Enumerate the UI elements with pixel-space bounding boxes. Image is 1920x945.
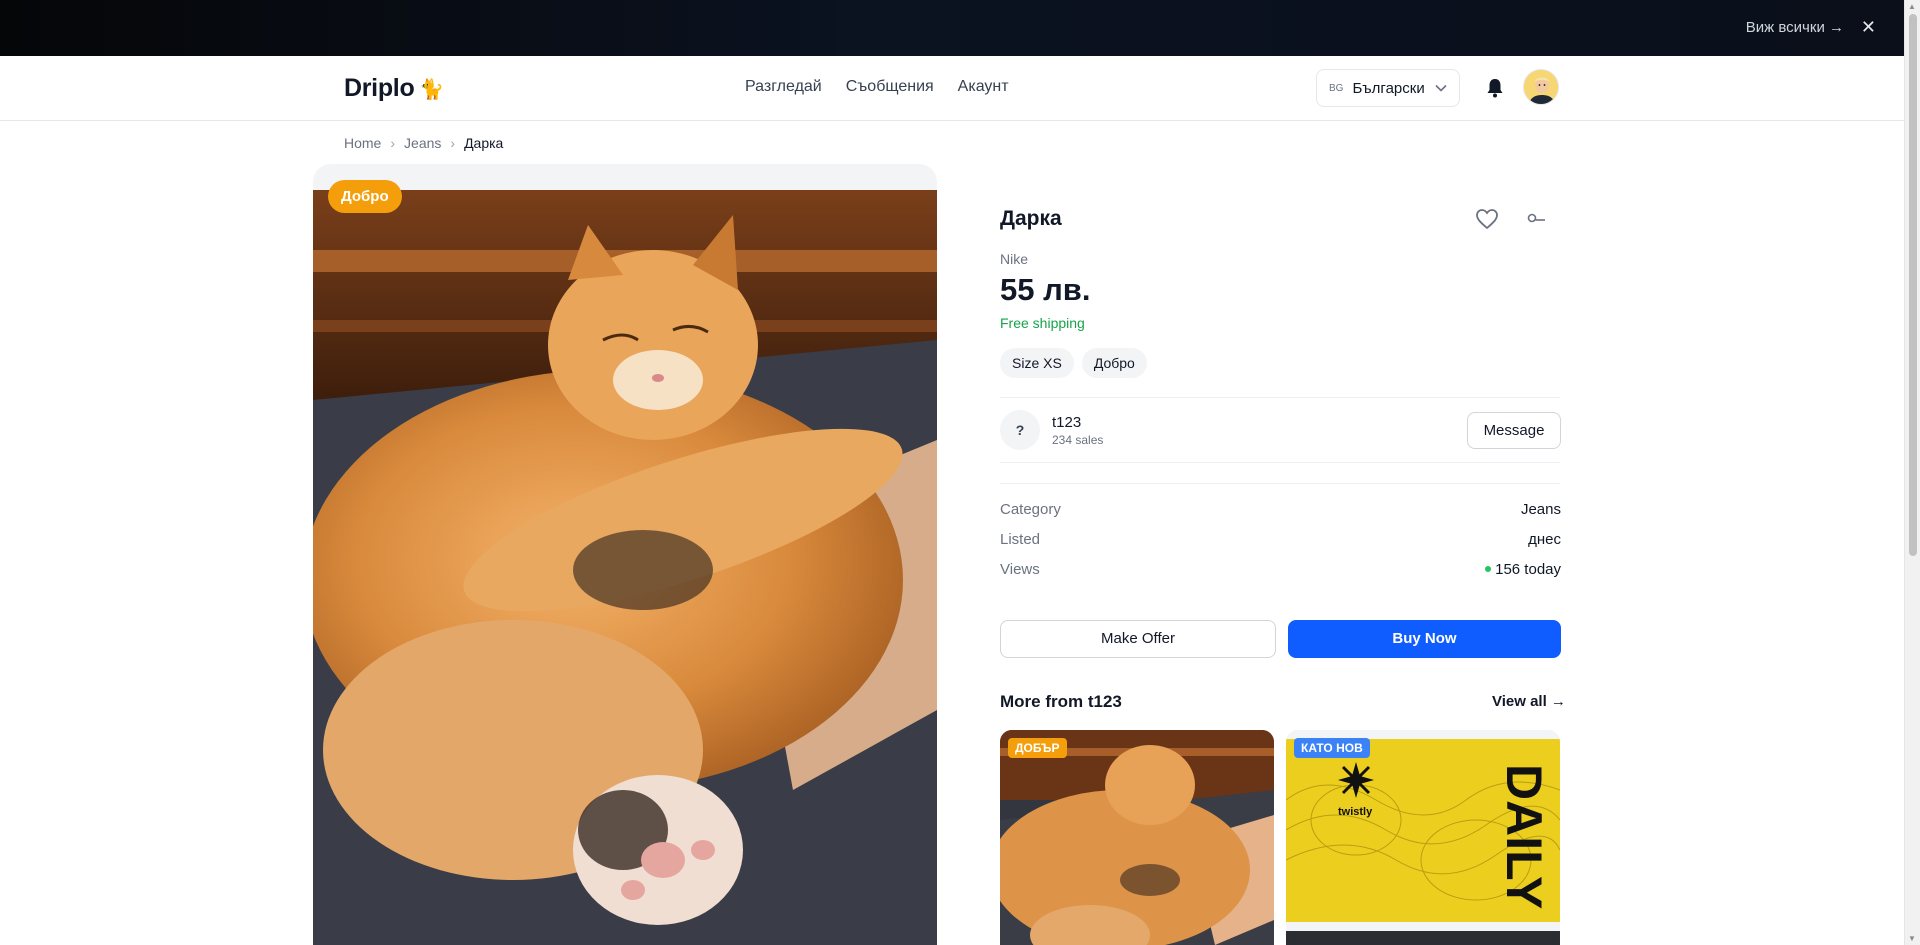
detail-label: Category bbox=[1000, 501, 1061, 518]
live-dot-icon bbox=[1485, 566, 1492, 573]
breadcrumb-current: Дарка bbox=[464, 135, 504, 151]
nav-browse[interactable]: Разгледай bbox=[745, 78, 822, 96]
buy-now-button[interactable]: Buy Now bbox=[1288, 620, 1561, 658]
divider bbox=[1000, 483, 1560, 484]
logo-text: Driplo bbox=[344, 74, 415, 102]
share-icon[interactable] bbox=[1526, 211, 1548, 227]
bell-icon[interactable] bbox=[1485, 77, 1505, 99]
language-code: BG bbox=[1329, 82, 1344, 94]
related-item-card[interactable]: ДОБЪР bbox=[1000, 730, 1274, 945]
detail-value[interactable]: Jeans bbox=[1521, 501, 1561, 518]
more-view-all-link[interactable]: View all → bbox=[1492, 693, 1566, 710]
seller-name[interactable]: t123 bbox=[1052, 414, 1081, 431]
scroll-up-icon[interactable]: ▲ bbox=[1908, 2, 1916, 11]
detail-value: днес bbox=[1528, 531, 1561, 548]
detail-value-views: 156 today bbox=[1485, 561, 1561, 578]
views-count: 156 today bbox=[1495, 561, 1561, 578]
message-button[interactable]: Message bbox=[1467, 412, 1561, 449]
condition-badge: Добро bbox=[328, 180, 402, 213]
more-from-seller-title: More from t123 bbox=[1000, 692, 1122, 711]
scrollbar-thumb[interactable] bbox=[1909, 14, 1917, 556]
item-brand-text: twistly bbox=[1338, 806, 1373, 818]
related-item-photo bbox=[1000, 730, 1274, 945]
product-price: 55 лв. bbox=[1000, 272, 1091, 307]
seller-sales-count: 234 sales bbox=[1052, 433, 1104, 447]
language-label: Български bbox=[1352, 79, 1425, 97]
scroll-down-icon[interactable]: ▼ bbox=[1908, 934, 1916, 943]
size-chip: Size XS bbox=[1000, 348, 1074, 378]
attribute-chips: Size XS Добро bbox=[1000, 348, 1147, 378]
main-nav: Разгледай Съобщения Акаунт bbox=[745, 78, 1009, 96]
make-offer-button[interactable]: Make Offer bbox=[1000, 620, 1276, 658]
seller-avatar[interactable]: ? bbox=[1000, 410, 1040, 450]
related-item-card[interactable]: twistly DAILY КАТО НОВ bbox=[1286, 730, 1560, 945]
product-brand[interactable]: Nike bbox=[1000, 251, 1028, 267]
site-header: Driplo 🐈 Разгледай Съобщения Акаунт BG Бъ… bbox=[0, 56, 1904, 121]
heart-icon[interactable] bbox=[1475, 208, 1499, 230]
detail-row-category: Category Jeans bbox=[1000, 501, 1561, 518]
breadcrumb: Home › Jeans › Дарка bbox=[344, 135, 503, 151]
product-image-container[interactable] bbox=[313, 164, 937, 945]
cat-icon: 🐈 bbox=[419, 79, 445, 101]
promo-view-all-link[interactable]: Виж всички → bbox=[1746, 19, 1844, 36]
page-scrollbar[interactable]: ▲ ▼ bbox=[1904, 0, 1920, 945]
product-photo bbox=[313, 190, 937, 945]
nav-messages[interactable]: Съобщения bbox=[846, 78, 934, 96]
item-poster-text: DAILY bbox=[1496, 764, 1552, 910]
detail-row-views: Views 156 today bbox=[1000, 561, 1561, 578]
language-selector[interactable]: BG Български bbox=[1316, 69, 1460, 107]
close-icon[interactable]: ✕ bbox=[1861, 17, 1876, 38]
item-condition-badge: ДОБЪР bbox=[1008, 738, 1067, 758]
nav-account[interactable]: Акаунт bbox=[958, 78, 1009, 96]
breadcrumb-category[interactable]: Jeans bbox=[404, 135, 441, 151]
item-condition-badge: КАТО НОВ bbox=[1294, 738, 1370, 758]
breadcrumb-separator: › bbox=[390, 135, 396, 151]
chevron-down-icon bbox=[1435, 81, 1447, 95]
promo-bar: Виж всички → ✕ bbox=[0, 0, 1904, 56]
product-title: Дарка bbox=[1000, 207, 1062, 230]
divider bbox=[1000, 462, 1560, 463]
logo[interactable]: Driplo 🐈 bbox=[344, 74, 444, 103]
divider bbox=[1000, 397, 1560, 398]
condition-chip: Добро bbox=[1081, 348, 1147, 378]
detail-row-listed: Listed днес bbox=[1000, 531, 1561, 548]
avatar[interactable] bbox=[1523, 69, 1559, 105]
breadcrumb-separator: › bbox=[450, 135, 456, 151]
detail-label: Listed bbox=[1000, 531, 1041, 548]
detail-label: Views bbox=[1000, 561, 1040, 578]
shipping-info: Free shipping bbox=[1000, 315, 1085, 331]
breadcrumb-home[interactable]: Home bbox=[344, 135, 381, 151]
